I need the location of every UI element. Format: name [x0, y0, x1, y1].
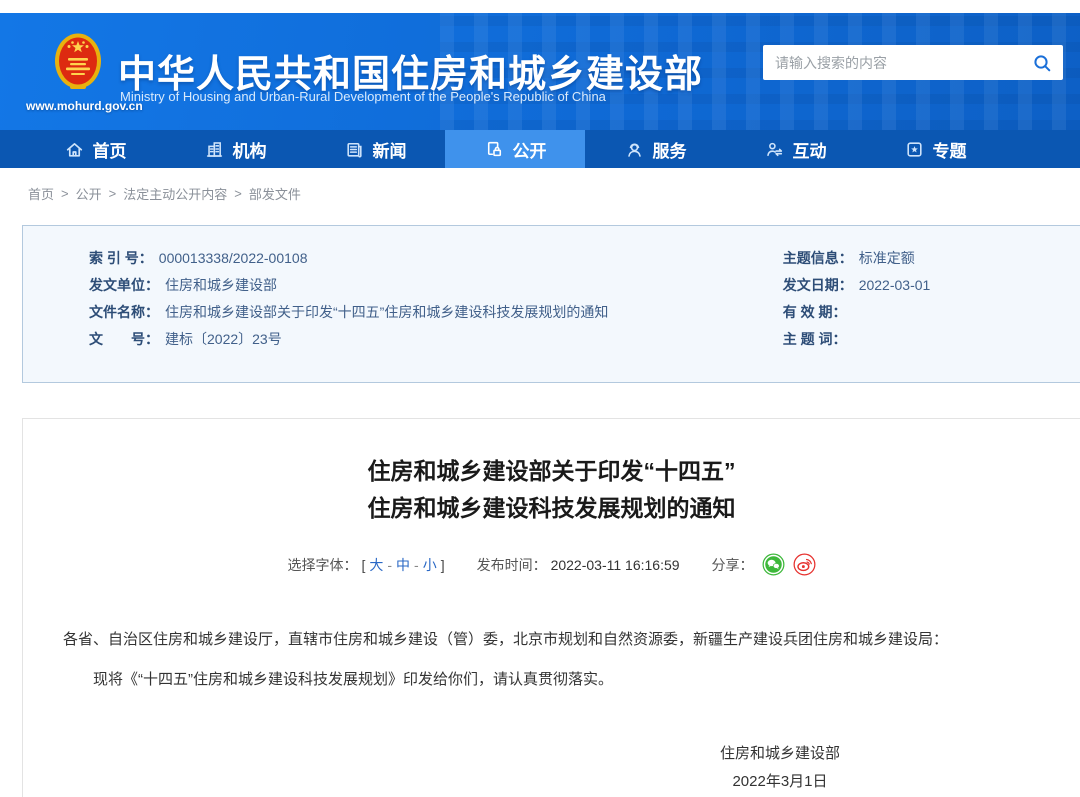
breadcrumb-disclosure[interactable]: 公开 — [76, 184, 102, 203]
article-title-line2: 住房和城乡建设科技发展规划的通知 — [23, 490, 1080, 527]
news-icon — [344, 139, 365, 160]
meta-row-issue-date: 发文日期： 2022-03-01 — [783, 271, 1080, 298]
meta-left-column: 索 引 号： 000013338/2022-00108 发文单位： 住房和城乡建… — [89, 244, 783, 382]
article-body: 各省、自治区住房和城乡建设厅，直辖市住房和城乡建设（管）委，北京市规划和自然资源… — [23, 628, 1080, 796]
nav-item-home[interactable]: 首页 — [25, 130, 165, 168]
nav-item-organization[interactable]: 机构 — [165, 130, 305, 168]
article-meta-row: 选择字体： [ 大 - 中 - 小 ] 发布时间： 2022-03-11 16:… — [23, 553, 1080, 576]
national-emblem-icon — [54, 32, 102, 94]
disclosure-icon — [484, 139, 505, 160]
nav-label: 首页 — [93, 137, 127, 162]
document-meta-panel: 索 引 号： 000013338/2022-00108 发文单位： 住房和城乡建… — [22, 225, 1080, 383]
breadcrumb-separator: > — [61, 186, 69, 201]
article-paragraph: 现将《“十四五”住房和城乡建设科技发展规划》印发给你们，请认真贯彻落实。 — [63, 668, 1040, 692]
meta-label: 索 引 号： — [89, 248, 153, 268]
signature-organization: 住房和城乡建设部 — [720, 740, 840, 768]
meta-row-index-number: 索 引 号： 000013338/2022-00108 — [89, 244, 783, 271]
nav-label: 公开 — [513, 137, 547, 162]
search-icon[interactable] — [1031, 52, 1053, 74]
article-title: 住房和城乡建设部关于印发“十四五” 住房和城乡建设科技发展规划的通知 — [23, 453, 1080, 527]
home-icon — [64, 139, 85, 160]
signature-date: 2022年3月1日 — [720, 768, 840, 796]
publish-time-label: 发布时间： — [477, 555, 547, 575]
meta-value: 2022-03-01 — [859, 277, 931, 293]
meta-label: 有 效 期： — [783, 302, 847, 322]
site-header: www.mohurd.gov.cn 中华人民共和国住房和城乡建设部 Minist… — [0, 13, 1080, 130]
meta-value: 标准定额 — [859, 248, 915, 268]
signature-block: 住房和城乡建设部 2022年3月1日 — [63, 740, 1040, 796]
article-panel: 住房和城乡建设部关于印发“十四五” 住房和城乡建设科技发展规划的通知 选择字体：… — [22, 418, 1080, 797]
breadcrumb: 首页 > 公开 > 法定主动公开内容 > 部发文件 — [28, 184, 301, 203]
search-box — [763, 45, 1063, 80]
service-icon — [624, 139, 645, 160]
breadcrumb-home[interactable]: 首页 — [28, 184, 54, 203]
font-selector-dash: - — [387, 557, 392, 573]
breadcrumb-ministry-documents[interactable]: 部发文件 — [249, 184, 301, 203]
meta-row-validity-period: 有 效 期： — [783, 298, 1080, 325]
article-title-line1: 住房和城乡建设部关于印发“十四五” — [23, 453, 1080, 490]
share-label: 分享： — [712, 555, 754, 575]
font-size-small-button[interactable]: 小 — [423, 555, 437, 575]
font-size-medium-button[interactable]: 中 — [396, 555, 410, 575]
meta-label: 主 题 词： — [783, 329, 847, 349]
meta-row-issuing-unit: 发文单位： 住房和城乡建设部 — [89, 271, 783, 298]
breadcrumb-separator: > — [109, 186, 117, 201]
meta-row-subject-info: 主题信息： 标准定额 — [783, 244, 1080, 271]
nav-label: 专题 — [933, 137, 967, 162]
article-paragraph: 各省、自治区住房和城乡建设厅，直辖市住房和城乡建设（管）委，北京市规划和自然资源… — [63, 628, 1040, 652]
font-size-large-button[interactable]: 大 — [369, 555, 383, 575]
font-selector-dash: - — [414, 557, 419, 573]
nav-label: 服务 — [653, 137, 687, 162]
meta-label: 主题信息： — [783, 248, 853, 268]
breadcrumb-separator: > — [234, 186, 242, 201]
meta-label: 发文日期： — [783, 275, 853, 295]
meta-value: 建标〔2022〕23号 — [165, 329, 282, 349]
nav-item-news[interactable]: 新闻 — [305, 130, 445, 168]
special-topic-icon — [904, 139, 925, 160]
meta-value: 住房和城乡建设部 — [165, 275, 277, 295]
font-selector-bracket-open: [ — [361, 557, 365, 573]
nav-item-services[interactable]: 服务 — [585, 130, 725, 168]
font-selector-bracket-close: ] — [441, 557, 445, 573]
breadcrumb-statutory-content[interactable]: 法定主动公开内容 — [123, 184, 227, 203]
meta-value: 住房和城乡建设部关于印发“十四五”住房和城乡建设科技发展规划的通知 — [165, 302, 608, 322]
main-nav: 首页 机构 新闻 — [0, 130, 1080, 168]
meta-right-column: 主题信息： 标准定额 发文日期： 2022-03-01 有 效 期： 主 题 词… — [783, 244, 1080, 382]
page: www.mohurd.gov.cn 中华人民共和国住房和城乡建设部 Minist… — [0, 0, 1080, 797]
meta-row-document-name: 文件名称： 住房和城乡建设部关于印发“十四五”住房和城乡建设科技发展规划的通知 — [89, 298, 783, 325]
meta-label: 文 号： — [89, 329, 159, 349]
nav-label: 机构 — [233, 137, 267, 162]
meta-label: 发文单位： — [89, 275, 159, 295]
wechat-icon[interactable] — [762, 553, 785, 576]
meta-row-document-number: 文 号： 建标〔2022〕23号 — [89, 325, 783, 352]
meta-row-keywords: 主 题 词： — [783, 325, 1080, 352]
nav-label: 互动 — [793, 137, 827, 162]
meta-value: 000013338/2022-00108 — [159, 250, 308, 266]
font-selector-label: 选择字体： — [287, 555, 357, 575]
weibo-icon[interactable] — [793, 553, 816, 576]
search-input[interactable] — [775, 55, 1031, 71]
site-title-english: Ministry of Housing and Urban-Rural Deve… — [120, 89, 606, 104]
nav-label: 新闻 — [373, 137, 407, 162]
meta-label: 文件名称： — [89, 302, 159, 322]
nav-item-disclosure[interactable]: 公开 — [445, 130, 585, 168]
organization-icon — [204, 139, 225, 160]
interaction-icon — [764, 139, 785, 160]
publish-time-value: 2022-03-11 16:16:59 — [551, 557, 680, 573]
nav-item-special-topics[interactable]: 专题 — [865, 130, 1005, 168]
nav-item-interaction[interactable]: 互动 — [725, 130, 865, 168]
